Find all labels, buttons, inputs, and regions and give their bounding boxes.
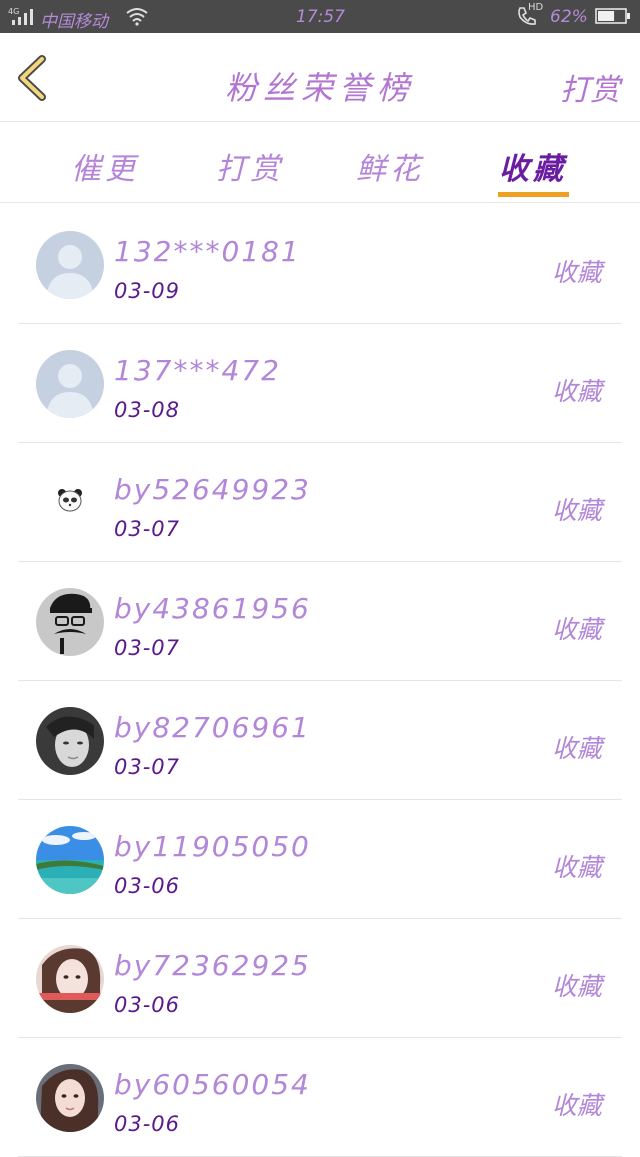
photo-avatar: [36, 945, 104, 1013]
status-bar: 4G 中国移动 17:57 HD 62%: [0, 0, 640, 33]
battery-percent: 62%: [550, 7, 588, 27]
photo-avatar: [36, 707, 104, 775]
tab-bar: 催更 打赏 鲜花 收藏: [0, 122, 640, 203]
list-item[interactable]: 137***472 03-08 收藏: [18, 324, 622, 443]
signal-icon: 4G: [8, 7, 33, 25]
list-item[interactable]: by52649923 03-07 收藏: [18, 443, 622, 562]
photo-avatar: [36, 1064, 104, 1132]
favorite-label: 收藏: [551, 615, 602, 644]
tab-reward[interactable]: 打赏: [205, 144, 295, 188]
panda-icon: [36, 469, 104, 537]
list-item[interactable]: by60560054 03-06 收藏: [18, 1038, 622, 1157]
mustache-man-icon: [36, 588, 104, 656]
page-title: 粉丝荣誉榜: [224, 69, 415, 107]
date-label: 03-06: [114, 1112, 181, 1136]
user-name: by82706961: [114, 711, 311, 744]
date-label: 03-07: [114, 517, 181, 541]
date-label: 03-07: [114, 636, 181, 660]
user-name: 137***472: [114, 354, 281, 387]
beach-photo-avatar: [36, 826, 104, 894]
clock: 17:57: [296, 7, 345, 27]
carrier-name: 中国移动: [40, 12, 108, 32]
favorite-label: 收藏: [551, 853, 602, 882]
reward-button[interactable]: 打赏: [560, 65, 620, 109]
favorite-label: 收藏: [551, 496, 602, 525]
fan-list: 132***0181 03-09 收藏 137***472 03-08 收藏 b…: [18, 205, 622, 1157]
user-name: by60560054: [114, 1068, 311, 1101]
list-item[interactable]: by43861956 03-07 收藏: [18, 562, 622, 681]
list-item[interactable]: by82706961 03-07 收藏: [18, 681, 622, 800]
user-name: by11905050: [114, 830, 311, 863]
favorite-label: 收藏: [551, 258, 602, 287]
favorite-label: 收藏: [551, 377, 602, 406]
date-label: 03-09: [114, 279, 181, 303]
hd-badge: HD: [528, 2, 544, 13]
date-label: 03-06: [114, 874, 181, 898]
favorite-label: 收藏: [551, 734, 602, 763]
user-name: 132***0181: [114, 235, 301, 268]
app-header: 粉丝荣誉榜 打赏: [0, 33, 640, 122]
tab-flowers[interactable]: 鲜花: [345, 144, 435, 188]
default-avatar-icon: [36, 231, 104, 299]
default-avatar-icon: [36, 350, 104, 418]
user-name: by52649923: [114, 473, 311, 506]
date-label: 03-08: [114, 398, 181, 422]
tab-urge[interactable]: 催更: [60, 144, 150, 188]
user-name: by43861956: [114, 592, 311, 625]
list-item[interactable]: 132***0181 03-09 收藏: [18, 205, 622, 324]
date-label: 03-06: [114, 993, 181, 1017]
tab-favorites[interactable]: 收藏: [488, 144, 578, 188]
user-name: by72362925: [114, 949, 311, 982]
battery-icon: [595, 8, 630, 24]
active-tab-indicator: [498, 192, 569, 197]
wifi-icon: [126, 8, 148, 26]
favorite-label: 收藏: [551, 1091, 602, 1120]
date-label: 03-07: [114, 755, 181, 779]
favorite-label: 收藏: [551, 972, 602, 1001]
network-type: 4G: [8, 7, 19, 16]
list-item[interactable]: by11905050 03-06 收藏: [18, 800, 622, 919]
list-item[interactable]: by72362925 03-06 收藏: [18, 919, 622, 1038]
